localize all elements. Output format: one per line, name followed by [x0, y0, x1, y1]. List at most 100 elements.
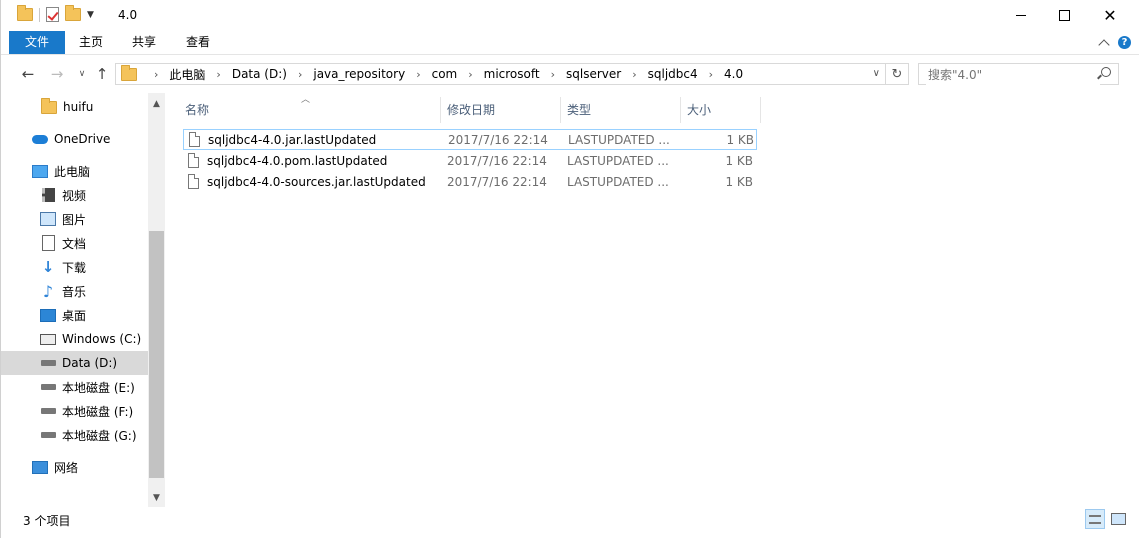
address-history-dropdown-icon[interactable]: ∨	[873, 68, 880, 79]
search-box[interactable]	[918, 63, 1119, 85]
desktop-icon	[40, 307, 56, 323]
nav-item-drive-f[interactable]: 本地磁盘 (F:)	[1, 399, 148, 423]
breadcrumb: › 此电脑 › Data (D:) › java_repository › co…	[143, 66, 743, 83]
drive-icon	[40, 403, 56, 419]
file-size: 1 KB	[725, 174, 753, 189]
nav-item-label: 此电脑	[54, 164, 91, 179]
folder-icon	[41, 97, 57, 115]
nav-item-desktop[interactable]: 桌面	[1, 303, 148, 327]
nav-item-onedrive[interactable]: OneDrive	[1, 127, 148, 151]
address-bar[interactable]: › 此电脑 › Data (D:) › java_repository › co…	[115, 63, 909, 85]
nav-item-label: Data (D:)	[62, 356, 118, 370]
close-icon: ✕	[1103, 5, 1117, 25]
navigation-pane-scrollbar[interactable]: ▲ ▼	[148, 93, 165, 507]
title-bar: ▼ 4.0 ✕	[1, 0, 1139, 31]
tab-share[interactable]: 共享	[125, 31, 163, 54]
breadcrumb-item[interactable]: 此电脑	[169, 66, 205, 83]
navigation-pane: huifu OneDrive 此电脑 视频 图片 文档 ↓ 下载 ♪ 音乐 桌面…	[1, 93, 148, 507]
details-view-icon	[1089, 514, 1101, 524]
forward-button[interactable]: →	[48, 65, 66, 83]
network-icon	[32, 459, 48, 475]
file-list-view: ︿ 名称 修改日期 类型 大小 sqljdbc4-4.0.jar.lastUpd…	[171, 93, 1133, 507]
nav-item-label: 本地磁盘 (F:)	[62, 404, 134, 419]
help-icon[interactable]: ?	[1118, 36, 1131, 49]
file-name: sqljdbc4-4.0-sources.jar.lastUpdated	[207, 174, 426, 189]
column-header-size[interactable]: 大小	[681, 97, 761, 123]
refresh-icon[interactable]: ↻	[885, 64, 908, 84]
file-date-modified: 2017/7/16 22:14	[448, 132, 548, 147]
large-icons-view-icon	[1110, 513, 1126, 525]
chevron-right-icon[interactable]: ›	[298, 68, 302, 81]
chevron-right-icon[interactable]: ›	[416, 68, 420, 81]
file-row[interactable]: sqljdbc4-4.0.jar.lastUpdated 2017/7/16 2…	[183, 129, 757, 150]
nav-item-huifu[interactable]: huifu	[1, 95, 148, 119]
search-icon[interactable]	[1101, 67, 1111, 77]
nav-item-documents[interactable]: 文档	[1, 231, 148, 255]
customize-toolbar-dropdown-icon[interactable]: ▼	[87, 10, 94, 20]
nav-item-music[interactable]: ♪ 音乐	[1, 279, 148, 303]
chevron-right-icon[interactable]: ›	[709, 68, 713, 81]
minimize-icon	[1016, 15, 1026, 16]
up-button[interactable]: ↑	[93, 65, 111, 83]
file-size: 1 KB	[725, 153, 753, 168]
chevron-right-icon[interactable]: ›	[216, 68, 220, 81]
search-input[interactable]	[926, 65, 1100, 85]
nav-item-drive-e[interactable]: 本地磁盘 (E:)	[1, 375, 148, 399]
nav-item-pictures[interactable]: 图片	[1, 207, 148, 231]
drive-icon	[40, 355, 56, 371]
music-icon: ♪	[42, 281, 54, 301]
tab-view[interactable]: 查看	[179, 31, 217, 54]
chevron-right-icon[interactable]: ›	[551, 68, 555, 81]
file-type: LASTUPDATED ...	[567, 174, 669, 189]
file-date-modified: 2017/7/16 22:14	[447, 174, 547, 189]
minimize-button[interactable]	[998, 0, 1044, 31]
nav-item-downloads[interactable]: ↓ 下载	[1, 255, 148, 279]
tab-home[interactable]: 主页	[75, 31, 107, 54]
breadcrumb-item[interactable]: microsoft	[484, 67, 540, 81]
nav-item-data-d[interactable]: Data (D:)	[1, 351, 148, 375]
breadcrumb-item[interactable]: Data (D:)	[232, 67, 287, 81]
chevron-right-icon[interactable]: ›	[154, 68, 158, 81]
breadcrumb-item[interactable]: sqlserver	[566, 67, 621, 81]
file-icon	[189, 132, 200, 147]
chevron-right-icon[interactable]: ›	[468, 68, 472, 81]
back-button[interactable]: ←	[19, 65, 37, 83]
breadcrumb-item[interactable]: 4.0	[724, 67, 743, 81]
large-icons-view-button[interactable]	[1108, 509, 1128, 529]
nav-item-label: 图片	[62, 212, 87, 227]
nav-item-label: OneDrive	[54, 132, 111, 146]
nav-item-label: 桌面	[62, 308, 87, 323]
scroll-down-icon[interactable]: ▼	[148, 489, 165, 506]
file-row[interactable]: sqljdbc4-4.0.pom.lastUpdated 2017/7/16 2…	[183, 150, 757, 171]
breadcrumb-item[interactable]: com	[432, 67, 458, 81]
nav-item-label: Windows (C:)	[62, 332, 142, 346]
tab-file[interactable]: 文件	[9, 31, 65, 54]
nav-item-videos[interactable]: 视频	[1, 183, 148, 207]
pictures-icon	[40, 211, 56, 227]
column-header-date-modified[interactable]: 修改日期	[441, 97, 561, 123]
nav-item-network[interactable]: 网络	[1, 455, 148, 479]
new-folder-icon[interactable]	[65, 5, 81, 21]
nav-item-windows-c[interactable]: Windows (C:)	[1, 327, 148, 351]
close-button[interactable]: ✕	[1087, 0, 1133, 31]
scrollbar-thumb[interactable]	[149, 231, 164, 478]
item-count: 3 个项目	[23, 514, 71, 528]
maximize-button[interactable]	[1041, 0, 1087, 31]
status-bar: 3 个项目	[1, 507, 1139, 538]
nav-item-drive-g[interactable]: 本地磁盘 (G:)	[1, 423, 148, 447]
file-row[interactable]: sqljdbc4-4.0-sources.jar.lastUpdated 201…	[183, 171, 757, 192]
file-name: sqljdbc4-4.0.jar.lastUpdated	[208, 132, 377, 147]
nav-item-this-pc[interactable]: 此电脑	[1, 159, 148, 183]
file-size: 1 KB	[726, 132, 754, 147]
chevron-right-icon[interactable]: ›	[632, 68, 636, 81]
properties-icon[interactable]	[46, 7, 59, 22]
breadcrumb-item[interactable]: java_repository	[313, 67, 405, 81]
details-view-button[interactable]	[1085, 509, 1105, 529]
recent-locations-dropdown-icon[interactable]: ∨	[73, 65, 91, 83]
breadcrumb-item[interactable]: sqljdbc4	[648, 67, 698, 81]
file-type: LASTUPDATED ...	[567, 153, 669, 168]
scroll-up-icon[interactable]: ▲	[148, 95, 165, 112]
column-header-type[interactable]: 类型	[561, 97, 681, 123]
column-header-name[interactable]: 名称	[179, 97, 441, 123]
expand-ribbon-icon[interactable]	[1098, 38, 1110, 51]
